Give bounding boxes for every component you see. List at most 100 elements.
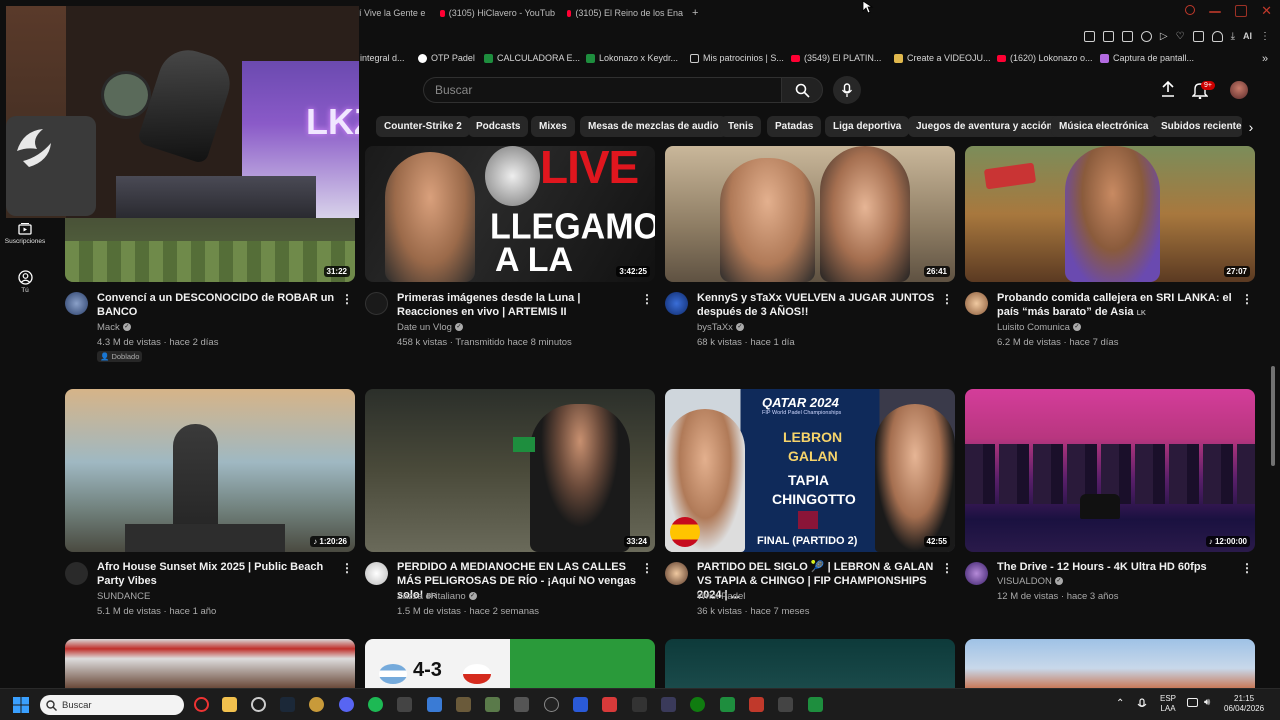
app-icon[interactable] [749,697,764,712]
video-title[interactable]: Afro House Sunset Mix 2025 | Public Beac… [97,560,342,588]
app-icon[interactable] [544,697,559,712]
channel-name[interactable]: Date un Vlog ✓ [397,322,463,333]
video-title[interactable]: Primeras imágenes desde la Luna | Reacci… [397,291,642,319]
heart-icon[interactable]: ♡ [1176,31,1185,42]
more-options-icon[interactable]: ⋮ [641,292,653,306]
bookmark-item[interactable]: Captura de pantall... [1100,53,1194,63]
discord-icon[interactable] [339,697,354,712]
video-card[interactable]: ♪ 12:00:00 The Drive - 12 Hours - 4K Ult… [965,389,1255,602]
windows-start-icon[interactable] [13,697,29,713]
language-indicator[interactable]: ESP LAA [1160,694,1176,714]
bookmark-item[interactable]: integral d... [360,53,405,63]
ai-assistant-button[interactable]: AI [1243,31,1252,42]
more-options-icon[interactable]: ⋮ [341,292,353,306]
display-icon[interactable] [1187,698,1198,707]
video-thumbnail[interactable]: QATAR 2024 FIP World Padel Championships… [665,389,955,552]
video-thumbnail[interactable]: ♪ 1:20:26 [65,389,355,552]
game-icon[interactable] [456,697,471,712]
snapshot-icon[interactable] [1140,31,1152,42]
account-avatar[interactable] [1230,81,1248,99]
channel-avatar[interactable] [365,292,388,315]
cube-icon[interactable] [1192,31,1204,42]
more-options-icon[interactable]: ⋮ [941,561,953,575]
app-icon[interactable] [602,697,617,712]
video-card[interactable]: 26:41 KennyS y sTaXx VUELVEN a JUGAR JUN… [665,146,955,348]
video-card[interactable]: 27:07 Probando comida callejera en SRI L… [965,146,1255,348]
video-title[interactable]: KennyS y sTaXx VUELVEN a JUGAR JUNTOS de… [697,291,942,319]
spotify-icon[interactable] [368,697,383,712]
clock[interactable]: 21:15 06/04/2026 [1224,694,1264,714]
taskbar-search-input[interactable]: Buscar [40,695,184,715]
app-icon[interactable] [251,697,266,712]
app-icon[interactable] [397,697,412,712]
menu-dots-icon[interactable]: ⋮ [1260,31,1270,42]
opera-gx-icon[interactable] [194,697,209,712]
minimize-button[interactable] [1209,11,1222,13]
file-explorer-icon[interactable] [222,697,237,712]
nav-you[interactable]: Tú [0,270,50,294]
app-icon[interactable] [778,697,793,712]
browser-tab[interactable]: (3105) El Reino de los Ena [567,4,683,22]
video-card[interactable]: LIVE LLEGAMOS A LA LUNA 3:42:25 Primeras… [365,146,655,348]
video-thumbnail[interactable]: LIVE LLEGAMOS A LA LUNA 3:42:25 [365,146,655,282]
chip-audio-mixers[interactable]: Mesas de mezclas de audio [580,116,727,137]
bookmark-item[interactable]: Create a VIDEOJU... [894,53,991,63]
channel-name[interactable]: Wrist Padel [697,591,745,602]
video-card[interactable]: ♪ 1:20:26 Afro House Sunset Mix 2025 | P… [65,389,355,617]
chip-counter-strike[interactable]: Counter-Strike 2 [376,116,470,137]
video-thumbnail[interactable]: 27:07 [965,146,1255,282]
chip-podcasts[interactable]: Podcasts [468,116,529,137]
bookmarks-overflow-icon[interactable]: » [1262,53,1268,65]
chip-recently-uploaded[interactable]: Subidos recientem [1153,116,1243,137]
search-button[interactable] [781,77,823,103]
nav-subscriptions[interactable]: Suscripciones [0,222,50,245]
play-icon[interactable]: ▷ [1160,31,1168,42]
crop-icon[interactable] [1102,31,1114,42]
browser-tab[interactable]: í Vive la Gente e [359,4,425,22]
channel-avatar[interactable] [65,292,88,315]
video-title[interactable]: Convencí a un DESCONOCIDO de ROBAR un BA… [97,291,342,319]
bookmark-item[interactable]: Mis patrocinios | S... [690,53,784,63]
video-card[interactable]: 33:24 PERDIDO A MEDIANOCHE EN LAS CALLES… [365,389,655,617]
video-thumbnail[interactable] [965,639,1255,688]
channel-name[interactable]: SUNDANCE [97,591,150,602]
search-tabs-icon[interactable] [1185,5,1196,15]
pin-icon[interactable] [1083,31,1095,42]
game-icon[interactable] [485,697,500,712]
car-app-icon[interactable] [514,697,529,712]
bookmark-item[interactable]: CALCULADORA E... [484,53,580,63]
video-thumbnail[interactable]: 33:24 [365,389,655,552]
chip-kicks[interactable]: Patadas [767,116,822,137]
shield-icon[interactable] [1121,31,1133,42]
close-button[interactable]: ✕ [1261,4,1272,17]
app-icon[interactable] [661,697,676,712]
chips-next-button[interactable]: › [1242,117,1260,137]
channel-name[interactable]: VISUALDON ✓ [997,576,1063,587]
chip-tennis[interactable]: Tenis [720,116,762,137]
more-options-icon[interactable]: ⋮ [341,561,353,575]
video-thumbnail[interactable] [665,639,955,688]
channel-name[interactable]: bysTaXx ✓ [697,322,744,333]
video-thumbnail[interactable]: 4-3 [365,639,655,688]
page-scrollbar[interactable] [1271,366,1275,466]
bookmark-item[interactable]: OTP Padel [418,53,475,63]
video-thumbnail[interactable]: ♪ 12:00:00 [965,389,1255,552]
brazil-app-icon[interactable] [808,697,823,712]
search-input[interactable]: Buscar [423,77,781,103]
more-options-icon[interactable]: ⋮ [1241,292,1253,306]
microphone-icon[interactable] [1137,698,1147,711]
app-icon[interactable] [720,697,735,712]
channel-name[interactable]: Zazza el italiano ✓ [397,591,477,602]
more-options-icon[interactable]: ⋮ [941,292,953,306]
download-icon[interactable]: ⤓ [1231,31,1235,42]
chip-electronic-music[interactable]: Música electrónica [1051,116,1157,137]
voice-search-button[interactable] [833,76,861,104]
more-options-icon[interactable]: ⋮ [1241,561,1253,575]
browser-tab[interactable]: (3105) HiClavero - YouTub [440,4,555,22]
channel-avatar[interactable] [665,292,688,315]
channel-name[interactable]: Luisito Comunica ✓ [997,322,1081,333]
more-options-icon[interactable]: ⋮ [641,561,653,575]
video-title[interactable]: Probando comida callejera en SRI LANKA: … [997,291,1242,321]
tray-overflow-icon[interactable]: ⌃ [1116,698,1124,709]
chip-adventure-games[interactable]: Juegos de aventura y acción [908,116,1061,137]
